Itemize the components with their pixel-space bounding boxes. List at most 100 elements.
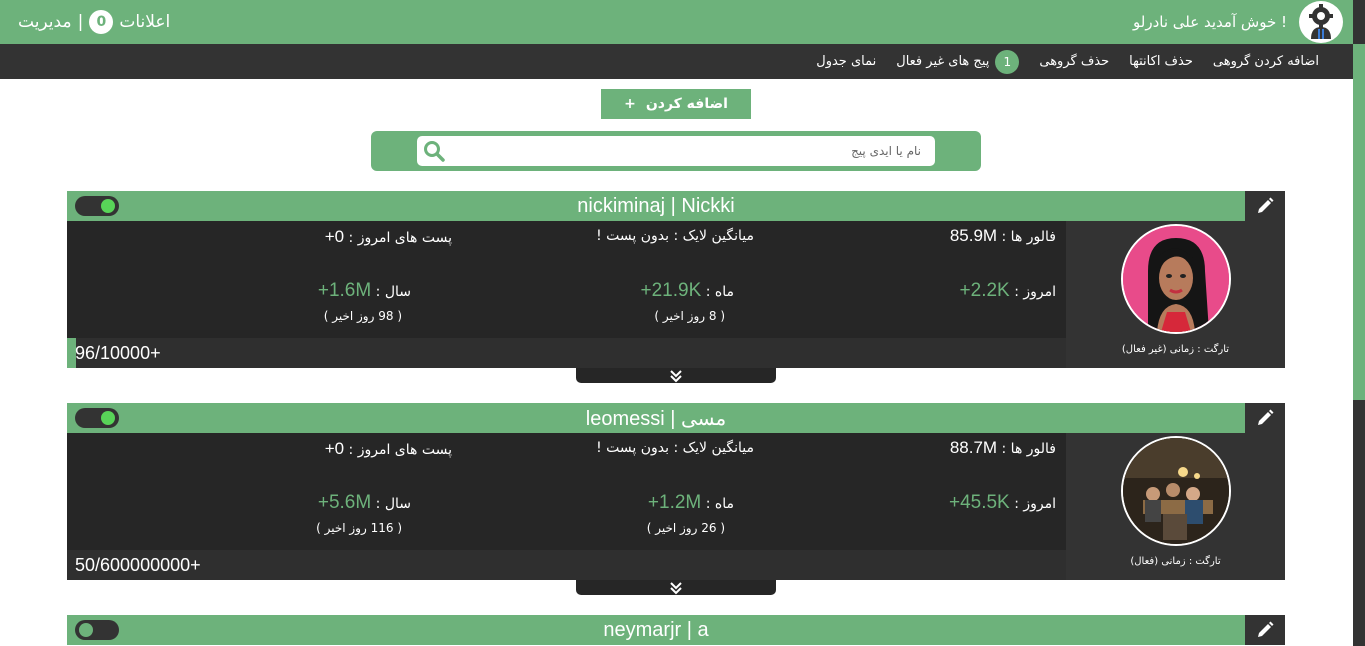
active-toggle[interactable] bbox=[75, 408, 119, 428]
card-title: neymarjr | a bbox=[603, 618, 709, 641]
today-value: 45.5K+ bbox=[948, 492, 1010, 513]
month-stat: ماه : 1.2M+ bbox=[648, 492, 734, 514]
active-toggle[interactable] bbox=[75, 196, 119, 216]
profile-panel: تارگت : زمانی (غیر فعال) bbox=[1066, 221, 1285, 368]
expand-button[interactable] bbox=[576, 580, 776, 595]
nav-delete-accounts[interactable]: حذف اکانتها bbox=[1129, 54, 1193, 69]
inactive-pages-count-badge: 1 bbox=[995, 49, 1020, 74]
double-chevron-down-icon bbox=[670, 581, 682, 594]
month-value: 1.2M+ bbox=[647, 492, 702, 513]
profile-panel: تارگت : زمانی (فعال) bbox=[1066, 433, 1285, 580]
posts-today-label: پست های امروز : bbox=[348, 230, 452, 246]
nav-bulk-add-label: اضافه کردن گروهی bbox=[1212, 54, 1319, 69]
progress-text: 50/600000000+ bbox=[75, 555, 201, 575]
pencil-icon bbox=[1258, 621, 1274, 637]
manage-link[interactable]: مدیریت bbox=[18, 12, 72, 32]
edit-button[interactable] bbox=[1245, 191, 1285, 221]
top-bar-right: خوش آمدید علی نادرلو ! bbox=[1133, 0, 1343, 44]
year-value: 1.6M+ bbox=[317, 280, 372, 301]
followers-value: 85.9M bbox=[949, 226, 998, 245]
notifications-link[interactable]: اعلانات bbox=[119, 12, 170, 32]
year-label: سال : bbox=[375, 284, 411, 300]
top-bar-left: مدیریت | 0 اعلانات bbox=[18, 0, 170, 44]
year-stat: سال : 5.6M+ bbox=[318, 492, 411, 514]
progress-text: 96/10000+ bbox=[75, 343, 161, 363]
card-title: nickiminaj | Nickki bbox=[577, 194, 735, 217]
posts-today-value: 0+ bbox=[324, 227, 345, 246]
today-stat: امروز : 2.2K+ bbox=[960, 280, 1056, 302]
separator: | bbox=[77, 12, 84, 32]
nav-delete-accounts-label: حذف اکانتها bbox=[1129, 54, 1193, 69]
followers-label: فالور ها : bbox=[1001, 441, 1056, 457]
pencil-icon bbox=[1258, 409, 1274, 425]
avg-like-stat: میانگین لایک : بدون پست ! bbox=[596, 440, 754, 456]
year-label: سال : bbox=[375, 496, 411, 512]
nav-bulk-delete[interactable]: حذف گروهی bbox=[1039, 54, 1109, 69]
nav-bulk-add[interactable]: اضافه کردن گروهی bbox=[1213, 54, 1319, 69]
followers-stat: فالور ها : 85.9M bbox=[950, 226, 1056, 246]
scrollbar-thumb[interactable] bbox=[1353, 44, 1365, 400]
nav-table-view-label: نمای جدول bbox=[816, 54, 877, 69]
card-body: 96/10000+ فالور ها : 85.9M میانگین لایک … bbox=[67, 221, 1285, 368]
year-stat: سال : 1.6M+ bbox=[318, 280, 411, 302]
month-label: ماه : bbox=[705, 496, 734, 512]
pencil-icon bbox=[1258, 197, 1274, 213]
nav-table-view[interactable]: نمای جدول bbox=[816, 54, 876, 69]
month-subtext: ( 8 روز اخیر ) bbox=[654, 309, 725, 323]
add-page-button-label: اضافه کردن bbox=[645, 96, 728, 112]
nav-bar: اضافه کردن گروهی حذف اکانتها حذف گروهی پ… bbox=[0, 44, 1353, 79]
edit-button[interactable] bbox=[1245, 615, 1285, 645]
avatar[interactable] bbox=[1121, 436, 1231, 546]
search-box bbox=[417, 136, 935, 166]
nav-bulk-delete-label: حذف گروهی bbox=[1039, 54, 1110, 69]
posts-today-stat: پست های امروز : 0+ bbox=[325, 439, 452, 459]
progress-row bbox=[67, 338, 1066, 368]
search-icon[interactable] bbox=[423, 140, 445, 162]
today-stat: امروز : 45.5K+ bbox=[949, 492, 1056, 514]
search-input[interactable] bbox=[451, 136, 923, 166]
card-title: leomessi | مسی bbox=[585, 407, 727, 430]
toggle-knob bbox=[101, 199, 115, 213]
year-value: 5.6M+ bbox=[317, 492, 372, 513]
avatar[interactable] bbox=[1121, 224, 1231, 334]
followers-label: فالور ها : bbox=[1001, 229, 1056, 245]
year-subtext: ( 98 روز اخیر ) bbox=[323, 309, 402, 323]
notifications-count-badge[interactable]: 0 bbox=[89, 10, 114, 34]
posts-today-label: پست های امروز : bbox=[348, 442, 452, 458]
month-label: ماه : bbox=[705, 284, 734, 300]
nav-items: اضافه کردن گروهی حذف اکانتها حذف گروهی پ… bbox=[816, 44, 1319, 79]
plus-icon: + bbox=[624, 96, 636, 112]
month-subtext: ( 26 روز اخیر ) bbox=[646, 521, 725, 535]
expand-button[interactable] bbox=[576, 368, 776, 383]
today-label: امروز : bbox=[1014, 496, 1056, 512]
month-value: 21.9K+ bbox=[640, 280, 702, 301]
double-chevron-down-icon bbox=[670, 369, 682, 382]
avg-like-stat: میانگین لایک : بدون پست ! bbox=[596, 228, 754, 244]
gear-logo-icon[interactable] bbox=[1299, 1, 1343, 43]
top-bar: مدیریت | 0 اعلانات خوش آمدید علی نادرلو … bbox=[0, 0, 1365, 44]
welcome-text: خوش آمدید علی نادرلو ! bbox=[1133, 13, 1287, 31]
add-page-button[interactable]: اضافه کردن + bbox=[601, 89, 751, 119]
card-header: leomessi | مسی bbox=[67, 403, 1285, 433]
nav-inactive-pages[interactable]: پیج های غیر فعال 1 bbox=[896, 49, 1020, 74]
card-body: 50/600000000+ فالور ها : 88.7M میانگین ل… bbox=[67, 433, 1285, 580]
card-header: nickiminaj | Nickki bbox=[67, 191, 1285, 221]
followers-stat: فالور ها : 88.7M bbox=[950, 438, 1056, 458]
followers-value: 88.7M bbox=[949, 438, 998, 457]
toggle-knob bbox=[79, 623, 93, 637]
posts-today-stat: پست های امروز : 0+ bbox=[325, 227, 452, 247]
today-label: امروز : bbox=[1014, 284, 1056, 300]
progress-row bbox=[67, 550, 1066, 580]
active-toggle[interactable] bbox=[75, 620, 119, 640]
nav-inactive-pages-label: پیج های غیر فعال bbox=[896, 54, 990, 69]
posts-today-value: 0+ bbox=[324, 439, 345, 458]
card-header: neymarjr | a bbox=[67, 615, 1285, 645]
toggle-knob bbox=[101, 411, 115, 425]
search-bar bbox=[371, 131, 981, 171]
target-label: تارگت : زمانی (غیر فعال) bbox=[1121, 344, 1230, 355]
target-label: تارگت : زمانی (فعال) bbox=[1130, 556, 1221, 567]
year-subtext: ( 116 روز اخیر ) bbox=[316, 521, 402, 535]
month-stat: ماه : 21.9K+ bbox=[641, 280, 735, 302]
today-value: 2.2K+ bbox=[959, 280, 1010, 301]
edit-button[interactable] bbox=[1245, 403, 1285, 433]
